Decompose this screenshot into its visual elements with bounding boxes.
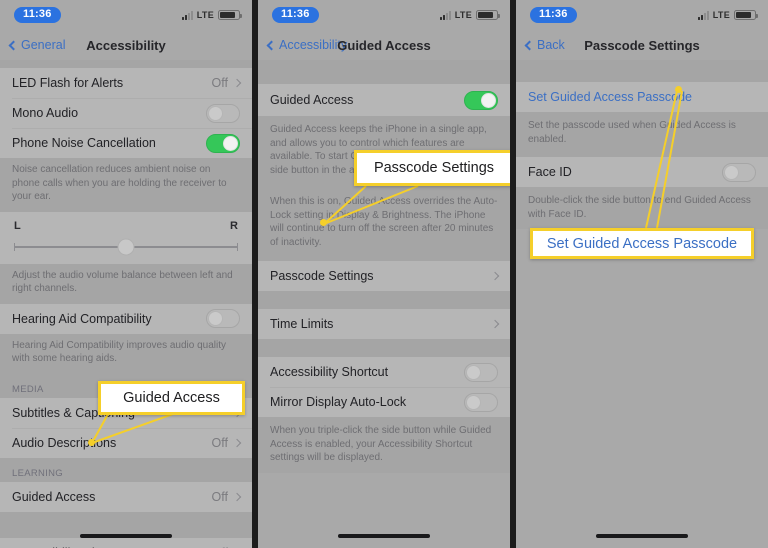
phone-panel-accessibility: 11:36 LTE General Accessibility LED Flas…: [0, 0, 252, 548]
phone-panel-guided-access: 11:36 LTE Accessibility Guided Access Gu…: [258, 0, 510, 548]
callout-leader-line: [323, 185, 419, 225]
annotation-overlay-3: Set Guided Access Passcode: [516, 0, 768, 548]
callout-leader-line: [645, 90, 683, 229]
callout-target-dot: [675, 86, 682, 93]
phone-panel-passcode-settings: 11:36 LTE Back Passcode Settings Set Gui…: [516, 0, 768, 548]
callout-leader-line: [91, 389, 241, 444]
callout-passcode-settings: Passcode Settings: [354, 150, 510, 186]
annotation-overlay-2: Passcode Settings: [258, 0, 510, 548]
callout-target-dot: [88, 439, 95, 446]
callout-set-guided-access-passcode: Set Guided Access Passcode: [530, 228, 754, 259]
annotation-overlay-1: Guided Access: [0, 0, 252, 548]
callout-target-dot: [320, 219, 327, 226]
three-panel-screenshot: 11:36 LTE General Accessibility LED Flas…: [0, 0, 768, 548]
callout-guided-access: Guided Access: [98, 381, 245, 415]
